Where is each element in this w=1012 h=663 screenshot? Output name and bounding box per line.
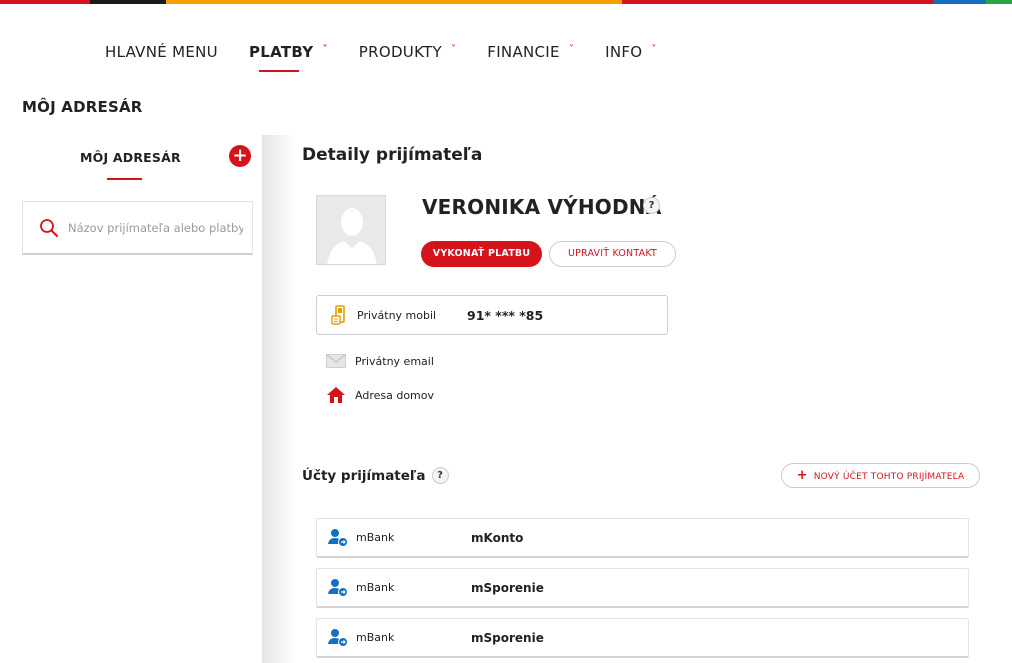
search-box [22, 201, 253, 255]
account-name: mSporenie [471, 580, 544, 595]
nav-item-label: PRODUKTY [358, 43, 442, 61]
sidebar-tab-underline [107, 178, 142, 180]
account-person-icon [328, 628, 348, 647]
person-silhouette-icon [317, 196, 385, 264]
contact-email-row: Privátny email [326, 354, 434, 368]
address-book-sidebar: MÔJ ADRESÁR + [0, 135, 262, 663]
chevron-down-icon: ˅ [450, 43, 457, 55]
nav-item-label: HLAVNÉ MENU [105, 43, 218, 61]
page-title: MÔJ ADRESÁR [22, 98, 143, 116]
strip-blue [934, 0, 986, 4]
accounts-section-title: Účty prijímateľa ? [302, 467, 449, 484]
new-account-button-label: NOVÝ ÚČET TOHTO PRIJÍMATEĽA [813, 472, 965, 482]
make-payment-button[interactable]: VYKONAŤ PLATBU [421, 241, 542, 267]
account-person-icon [328, 528, 348, 547]
help-icon[interactable]: ? [643, 197, 660, 214]
mobile-phone-icon [331, 305, 345, 325]
section-title: Detaily prijímateľa [302, 145, 483, 165]
account-row[interactable]: mBank mKonto [316, 518, 969, 558]
strip-red [0, 0, 90, 4]
strip-red-2 [622, 0, 934, 4]
nav-item-label: FINANCIE [487, 43, 560, 61]
nav-item-label: INFO [605, 43, 643, 61]
edit-contact-button[interactable]: UPRAVIŤ KONTAKT [549, 241, 676, 267]
brand-color-strip [0, 0, 1012, 4]
account-bank: mBank [356, 581, 395, 594]
contact-address-row: Adresa domov [326, 386, 434, 404]
main-navigation: HLAVNÉ MENU PLATBY ˅ PRODUKTY ˅ FINANCIE… [105, 40, 688, 72]
recipient-name: VERONIKA VÝHODNÁ [422, 195, 662, 219]
nav-item-label: PLATBY [248, 43, 314, 61]
search-icon [40, 218, 58, 237]
nav-item-produkty[interactable]: PRODUKTY ˅ [359, 40, 457, 64]
add-contact-button[interactable]: + [229, 145, 251, 167]
strip-black [90, 0, 166, 4]
sidebar-tab-title[interactable]: MÔJ ADRESÁR [80, 150, 181, 165]
strip-green [986, 0, 1012, 4]
recipient-detail-panel: Detaily prijímateľa VERONIKA VÝHODNÁ ? V… [302, 135, 1012, 663]
account-person-icon [328, 578, 348, 597]
chevron-down-icon: ˅ [322, 43, 328, 55]
search-input[interactable] [68, 220, 243, 235]
home-icon [327, 387, 345, 403]
nav-item-info[interactable]: INFO ˅ [605, 40, 657, 64]
strip-orange [166, 0, 622, 4]
contact-mobile-value: 91* *** *85 [467, 307, 544, 323]
sidebar-shadow [262, 135, 296, 663]
new-account-button[interactable]: + NOVÝ ÚČET TOHTO PRIJÍMATEĽA [781, 463, 980, 488]
account-name: mSporenie [471, 630, 544, 645]
contact-mobile-label: Privátny mobil [357, 308, 437, 322]
nav-item-platby[interactable]: PLATBY ˅ [248, 40, 328, 72]
chevron-down-icon: ˅ [651, 43, 657, 55]
contact-mobile-card: Privátny mobil 91* *** *85 [316, 295, 668, 335]
nav-item-financie[interactable]: FINANCIE ˅ [487, 40, 574, 64]
avatar [316, 195, 386, 265]
account-bank: mBank [356, 631, 395, 644]
nav-item-hlavne-menu[interactable]: HLAVNÉ MENU [105, 40, 218, 64]
envelope-icon [326, 354, 346, 368]
chevron-down-icon: ˅ [568, 43, 575, 55]
plus-icon: + [796, 468, 808, 483]
account-row[interactable]: mBank mSporenie [316, 568, 969, 608]
accounts-title-text: Účty prijímateľa [302, 467, 426, 484]
help-icon[interactable]: ? [431, 467, 449, 484]
account-name: mKonto [471, 530, 524, 545]
account-row[interactable]: mBank mSporenie [316, 618, 969, 658]
account-bank: mBank [356, 531, 395, 544]
contact-address-label: Adresa domov [355, 388, 434, 402]
contact-email-label: Privátny email [355, 354, 434, 368]
